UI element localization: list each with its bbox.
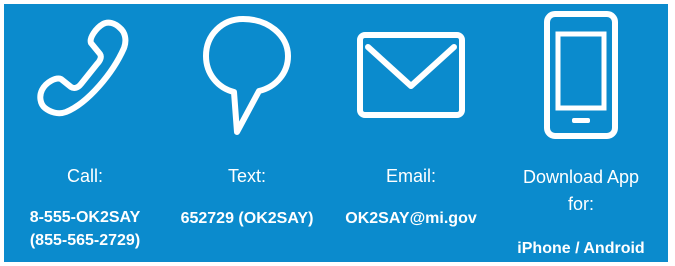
download-app-label: Download App for: <box>494 164 668 218</box>
smartphone-icon <box>544 11 618 139</box>
envelope-icon <box>357 32 465 118</box>
call-number-line[interactable]: 8-555-OK2SAY <box>4 206 166 229</box>
text-label: Text: <box>227 166 266 186</box>
call-label: Call: <box>66 166 103 186</box>
speech-bubble-icon <box>203 16 291 135</box>
call-option[interactable]: Call: 8-555-OK2SAY (855-565-2729) <box>4 4 166 262</box>
text-option[interactable]: Text: 652729 (OK2SAY) <box>166 4 328 262</box>
email-option[interactable]: Email: OK2SAY@mi.gov <box>328 4 494 262</box>
email-address[interactable]: OK2SAY@mi.gov <box>328 207 494 230</box>
email-label: Email: <box>385 166 436 186</box>
download-app-label-line: Download App <box>522 167 640 187</box>
contact-options-panel: Call: 8-555-OK2SAY (855-565-2729) Text: … <box>4 4 668 262</box>
phone-icon <box>37 19 129 117</box>
text-shortcode[interactable]: 652729 (OK2SAY) <box>166 207 328 230</box>
call-number[interactable]: 8-555-OK2SAY (855-565-2729) <box>4 206 166 252</box>
app-platforms[interactable]: iPhone / Android <box>494 237 668 260</box>
download-app-for-label: for: <box>567 194 594 214</box>
call-number-alt-line[interactable]: (855-565-2729) <box>4 229 166 252</box>
download-app-option[interactable]: Download App for: iPhone / Android <box>494 4 668 262</box>
